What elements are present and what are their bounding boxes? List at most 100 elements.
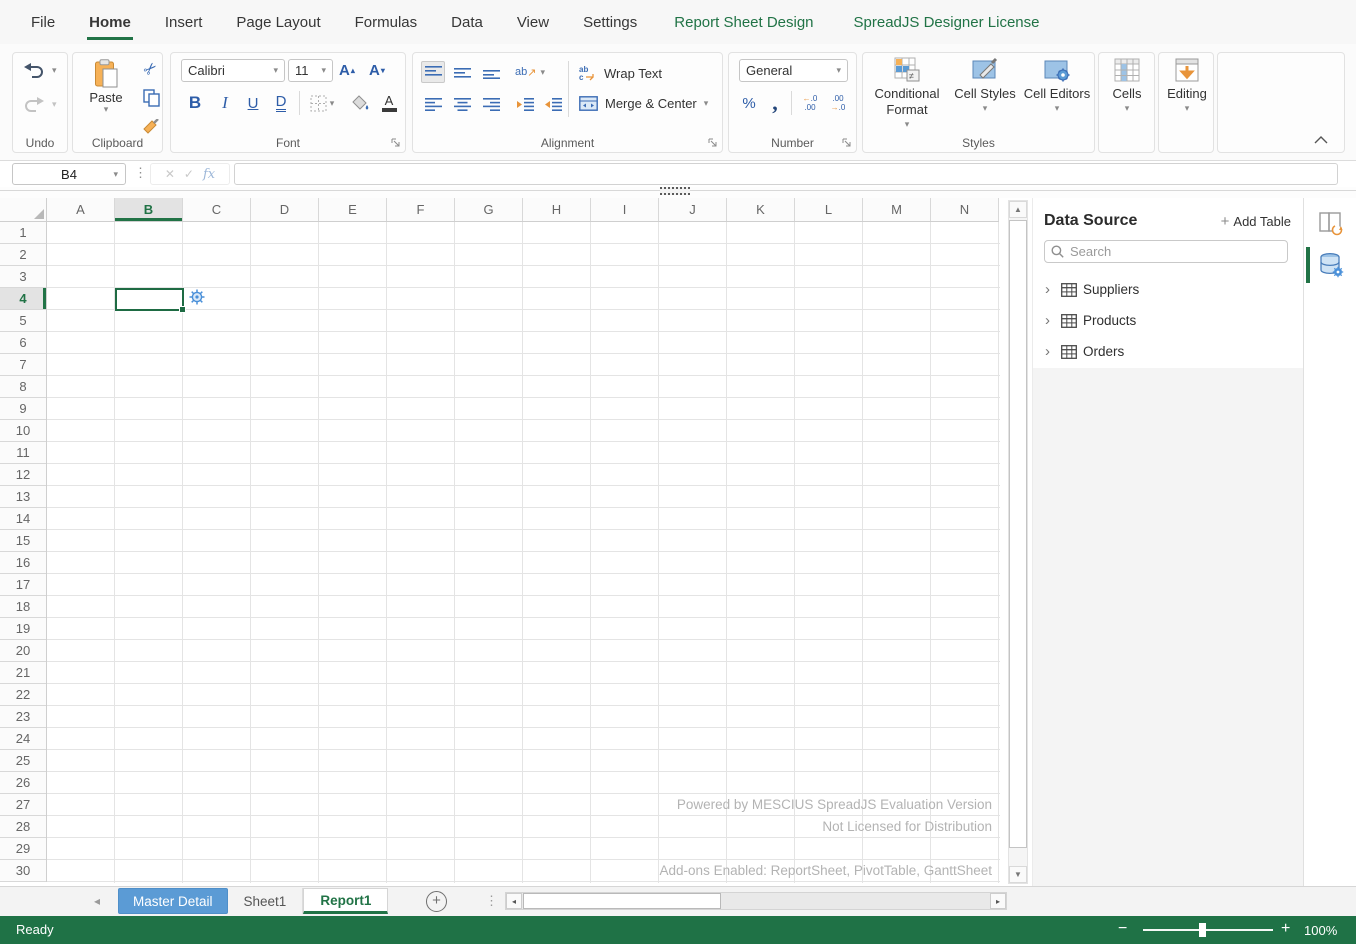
column-header-m[interactable]: M	[863, 198, 931, 221]
data-source-table-suppliers[interactable]: ›Suppliers	[1033, 274, 1303, 305]
align-center-button[interactable]	[450, 93, 474, 115]
row-header-14[interactable]: 14	[0, 508, 46, 530]
zoom-slider[interactable]	[1143, 929, 1273, 931]
row-header-4[interactable]: 4	[0, 288, 46, 310]
undo-button[interactable]: ▾	[23, 63, 57, 78]
vertical-scroll-thumb[interactable]	[1009, 220, 1027, 848]
row-header-29[interactable]: 29	[0, 838, 46, 860]
comma-style-button[interactable]: ,	[763, 91, 787, 115]
add-table-button[interactable]: + Add Table	[1221, 214, 1291, 229]
row-header-5[interactable]: 5	[0, 310, 46, 332]
prev-sheet-icon[interactable]: ◂	[94, 894, 100, 908]
chevron-right-icon[interactable]: ›	[1045, 281, 1061, 298]
cell-editors-button[interactable]: Cell Editors ▾	[1021, 57, 1093, 113]
menu-item-home[interactable]: Home	[72, 0, 148, 44]
row-header-18[interactable]: 18	[0, 596, 46, 618]
cut-button[interactable]: ✂	[139, 57, 163, 80]
align-top-button[interactable]	[421, 61, 445, 83]
align-right-button[interactable]	[479, 93, 503, 115]
copy-button[interactable]	[139, 86, 163, 109]
row-header-21[interactable]: 21	[0, 662, 46, 684]
horizontal-scroll-thumb[interactable]	[523, 893, 721, 909]
row-header-24[interactable]: 24	[0, 728, 46, 750]
row-header-22[interactable]: 22	[0, 684, 46, 706]
font-family-select[interactable]: Calibri ▾	[181, 59, 285, 82]
row-header-8[interactable]: 8	[0, 376, 46, 398]
row-header-9[interactable]: 9	[0, 398, 46, 420]
paste-button[interactable]: Paste ▾	[79, 59, 133, 114]
row-header-15[interactable]: 15	[0, 530, 46, 552]
column-header-i[interactable]: I	[591, 198, 659, 221]
cells-button[interactable]: Cells ▾	[1103, 57, 1151, 113]
row-header-13[interactable]: 13	[0, 486, 46, 508]
row-header-23[interactable]: 23	[0, 706, 46, 728]
increase-indent-button[interactable]	[541, 93, 565, 115]
merge-center-button[interactable]: Merge & Center ▾	[579, 96, 708, 111]
zoom-slider-handle[interactable]	[1199, 923, 1206, 937]
redo-dropdown-icon[interactable]: ▾	[52, 100, 57, 109]
add-sheet-button[interactable]: +	[426, 891, 447, 912]
sheet-tab-master-detail[interactable]: Master Detail	[118, 888, 228, 914]
row-header-16[interactable]: 16	[0, 552, 46, 574]
menu-item-settings[interactable]: Settings	[566, 0, 654, 44]
font-color-button[interactable]: A	[377, 91, 401, 115]
formula-input[interactable]	[234, 163, 1338, 185]
zoom-in-button[interactable]: +	[1281, 920, 1290, 938]
menu-item-insert[interactable]: Insert	[148, 0, 220, 44]
menu-item-view[interactable]: View	[500, 0, 566, 44]
orientation-button[interactable]: ab↗ ▾	[513, 61, 547, 83]
column-header-g[interactable]: G	[455, 198, 523, 221]
undo-dropdown-icon[interactable]: ▾	[52, 66, 57, 75]
scroll-up-icon[interactable]: ▲	[1009, 201, 1027, 218]
decrease-indent-button[interactable]	[513, 93, 537, 115]
increase-decimal-button[interactable]: ←.0.00	[797, 91, 823, 115]
conditional-format-button[interactable]: ≠ Conditional Format ▾	[867, 57, 947, 129]
scroll-down-icon[interactable]: ▼	[1009, 866, 1027, 883]
row-header-1[interactable]: 1	[0, 222, 46, 244]
row-header-27[interactable]: 27	[0, 794, 46, 816]
font-dialog-launcher[interactable]	[391, 138, 401, 148]
column-header-h[interactable]: H	[523, 198, 591, 221]
menu-item-formulas[interactable]: Formulas	[338, 0, 435, 44]
name-box[interactable]: B4 ▾	[12, 163, 126, 185]
row-header-30[interactable]: 30	[0, 860, 46, 882]
row-header-3[interactable]: 3	[0, 266, 46, 288]
row-header-11[interactable]: 11	[0, 442, 46, 464]
search-input[interactable]	[1070, 244, 1281, 259]
scroll-right-icon[interactable]: ▸	[990, 893, 1006, 909]
row-header-12[interactable]: 12	[0, 464, 46, 486]
column-header-n[interactable]: N	[931, 198, 999, 221]
confirm-formula-icon[interactable]: ✓	[184, 167, 194, 181]
formula-bar-splitter-handle[interactable]: ⋮	[134, 165, 147, 181]
double-underline-button[interactable]: D	[269, 91, 293, 115]
decrease-font-size-button[interactable]: A▾	[369, 59, 385, 82]
align-left-button[interactable]	[421, 93, 445, 115]
collapse-ribbon-icon[interactable]	[1314, 135, 1328, 144]
align-bottom-button[interactable]	[479, 61, 503, 83]
cell-styles-button[interactable]: Cell Styles ▾	[951, 57, 1019, 113]
column-header-e[interactable]: E	[319, 198, 387, 221]
editing-button[interactable]: Editing ▾	[1162, 57, 1212, 113]
redo-button[interactable]: ▾	[23, 97, 57, 112]
row-header-20[interactable]: 20	[0, 640, 46, 662]
fill-color-button[interactable]	[349, 91, 373, 115]
alignment-dialog-launcher[interactable]	[708, 138, 718, 148]
number-dialog-launcher[interactable]	[842, 138, 852, 148]
row-header-26[interactable]: 26	[0, 772, 46, 794]
column-header-k[interactable]: K	[727, 198, 795, 221]
paste-dropdown-icon[interactable]: ▾	[104, 105, 109, 114]
menu-item-report-sheet-design[interactable]: Report Sheet Design	[654, 0, 833, 44]
underline-button[interactable]: U	[241, 91, 265, 115]
row-header-2[interactable]: 2	[0, 244, 46, 266]
decrease-decimal-button[interactable]: .00→.0	[825, 91, 851, 115]
row-header-10[interactable]: 10	[0, 420, 46, 442]
menu-item-data[interactable]: Data	[434, 0, 500, 44]
row-header-19[interactable]: 19	[0, 618, 46, 640]
column-header-l[interactable]: L	[795, 198, 863, 221]
sheet-tab-sheet1[interactable]: Sheet1	[228, 888, 304, 914]
column-header-f[interactable]: F	[387, 198, 455, 221]
active-cell-selection[interactable]	[115, 288, 184, 311]
zoom-out-button[interactable]: −	[1118, 920, 1127, 938]
column-header-b[interactable]: B	[115, 198, 183, 221]
borders-button[interactable]: ▾	[307, 91, 337, 115]
